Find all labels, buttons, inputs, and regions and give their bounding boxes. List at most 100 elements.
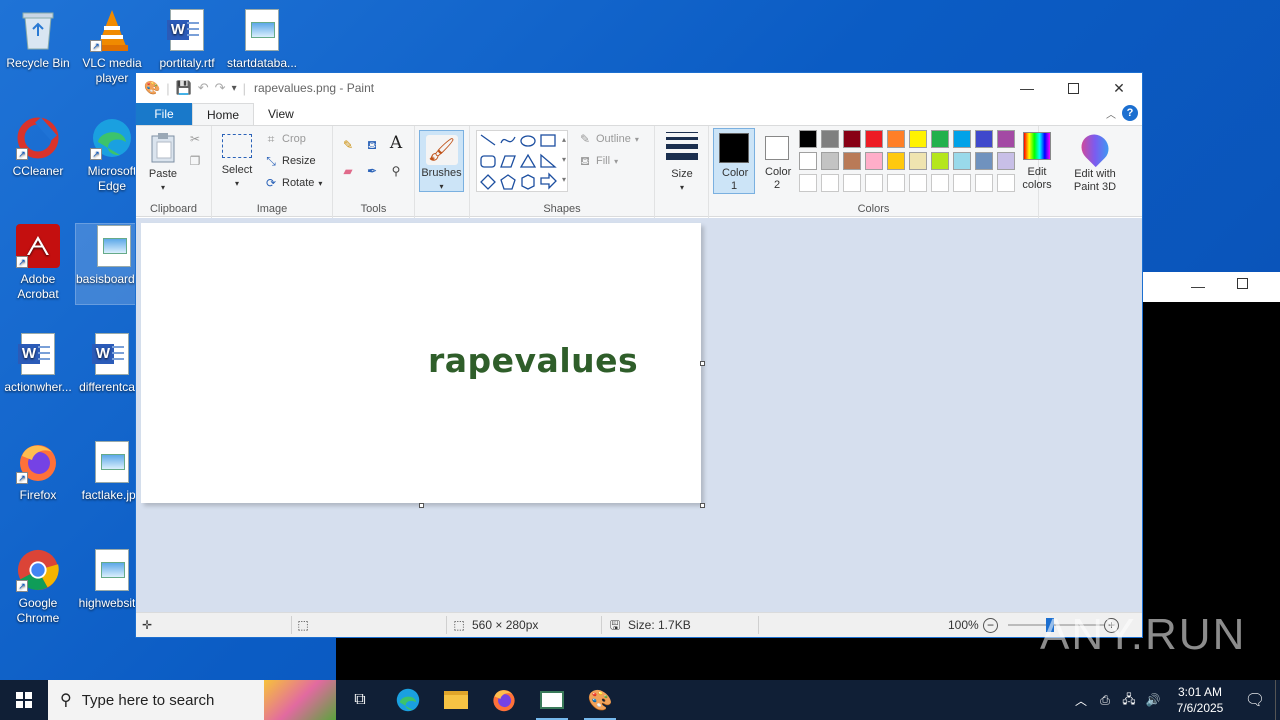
resize-button[interactable]: ⤡ Resize (264, 154, 315, 168)
palette-custom-swatch[interactable] (799, 174, 817, 192)
palette-color-swatch[interactable] (953, 130, 971, 148)
palette-custom-swatch[interactable] (821, 174, 839, 192)
palette-custom-swatch[interactable] (997, 174, 1015, 192)
start-button[interactable] (0, 680, 48, 720)
color-picker-icon[interactable]: ✒ (365, 164, 379, 178)
network-icon[interactable]: 🖧 (1117, 690, 1141, 711)
taskbar-firefox[interactable] (480, 680, 528, 720)
palette-color-swatch[interactable] (799, 152, 817, 170)
copy-icon[interactable]: ❐ (188, 154, 202, 168)
palette-color-swatch[interactable] (909, 130, 927, 148)
text-icon[interactable]: A (389, 135, 403, 152)
palette-color-swatch[interactable] (887, 152, 905, 170)
resize-handle-corner[interactable] (700, 503, 705, 508)
color2-button[interactable]: Color 2 (757, 128, 797, 194)
paste-button[interactable]: Paste ▾ (146, 132, 180, 194)
paint-titlebar[interactable]: 🎨 | 💾 ↶ ↷ ▾ | rapevalues.png - Paint — ✕ (136, 73, 1142, 103)
desktop-icon-portitaly[interactable]: W portitaly.rtf (149, 8, 225, 71)
desktop-icon-startdataba[interactable]: startdataba... (224, 8, 300, 71)
close-button[interactable]: ✕ (1096, 73, 1142, 103)
palette-custom-swatch[interactable] (953, 174, 971, 192)
palette-color-swatch[interactable] (843, 130, 861, 148)
palette-color-swatch[interactable] (865, 152, 883, 170)
rotate-button[interactable]: ⟳ Rotate ▾ (264, 176, 322, 190)
color1-button[interactable]: Color 1 (713, 128, 755, 194)
eraser-icon[interactable]: ▰ (341, 164, 355, 178)
background-window-titlebar[interactable]: — (1143, 272, 1280, 302)
taskbar-image-viewer[interactable] (528, 680, 576, 720)
taskbar-search-box[interactable]: ⚲ Type here to search (48, 680, 336, 720)
canvas-area[interactable]: rapevalues (136, 218, 1142, 613)
palette-color-swatch[interactable] (953, 152, 971, 170)
edit-with-paint3d-button[interactable]: Edit with Paint 3D (1071, 128, 1119, 194)
taskbar-file-explorer[interactable] (432, 680, 480, 720)
crop-button[interactable]: ⌗ Crop (264, 132, 306, 146)
zoom-out-icon[interactable]: − (983, 613, 998, 637)
palette-color-swatch[interactable] (975, 152, 993, 170)
palette-color-swatch[interactable] (799, 130, 817, 148)
desktop-icon-ccleaner[interactable]: ↗ CCleaner (0, 116, 76, 179)
redo-icon[interactable]: ↷ (215, 80, 226, 96)
device-icon[interactable]: ⎙ (1093, 693, 1117, 708)
palette-color-swatch[interactable] (821, 152, 839, 170)
magnifier-icon[interactable]: ⚲ (389, 164, 403, 178)
paint-window[interactable]: 🎨 | 💾 ↶ ↷ ▾ | rapevalues.png - Paint — ✕… (135, 72, 1143, 638)
shapes-scroll[interactable]: ▴ ▾ ▾ (558, 130, 570, 192)
notifications-icon[interactable]: 🗨 (1235, 690, 1275, 710)
desktop-icon-actionwher[interactable]: W actionwher... (0, 332, 76, 395)
drawing-canvas[interactable]: rapevalues (141, 223, 701, 503)
desktop-icon-acrobat[interactable]: ᗅ ↗ Adobe Acrobat (0, 224, 76, 302)
volume-icon[interactable]: 🔊 (1141, 693, 1165, 707)
palette-color-swatch[interactable] (931, 152, 949, 170)
desktop-icon-recycle-bin[interactable]: Recycle Bin (0, 8, 76, 71)
palette-custom-swatch[interactable] (909, 174, 927, 192)
show-desktop-button[interactable] (1275, 680, 1280, 720)
maximize-icon[interactable] (1237, 278, 1248, 289)
fill-button[interactable]: ⛾ Fill ▾ (578, 154, 618, 168)
size-button[interactable]: Size ▾ (662, 130, 702, 194)
palette-color-swatch[interactable] (865, 130, 883, 148)
brushes-button[interactable]: 🖌 Brushes ▾ (419, 130, 464, 192)
palette-custom-swatch[interactable] (865, 174, 883, 192)
desktop-icon-firefox[interactable]: ↗ Firefox (0, 440, 76, 503)
save-icon[interactable]: 💾 (176, 80, 192, 96)
palette-color-swatch[interactable] (997, 152, 1015, 170)
show-hidden-icons-icon[interactable]: ︿ (1069, 692, 1093, 709)
select-button[interactable]: Select ▾ (220, 132, 254, 190)
minimize-icon[interactable]: — (1191, 278, 1205, 294)
palette-custom-swatch[interactable] (931, 174, 949, 192)
palette-color-swatch[interactable] (821, 130, 839, 148)
resize-handle-right[interactable] (700, 361, 705, 366)
palette-custom-swatch[interactable] (843, 174, 861, 192)
pencil-icon[interactable]: ✎ (341, 138, 355, 152)
minimize-button[interactable]: — (1004, 73, 1050, 103)
palette-color-swatch[interactable] (997, 130, 1015, 148)
palette-custom-swatch[interactable] (975, 174, 993, 192)
task-view-button[interactable]: ⧉ (336, 680, 384, 720)
taskbar-edge[interactable] (384, 680, 432, 720)
shapes-gallery[interactable] (476, 130, 568, 192)
taskbar-paint[interactable]: 🎨 (576, 680, 624, 720)
collapse-ribbon-icon[interactable]: ︿ (1106, 106, 1116, 121)
palette-color-swatch[interactable] (843, 152, 861, 170)
desktop-icon-chrome[interactable]: ↗ Google Chrome (0, 548, 76, 626)
edit-colors-button[interactable]: Edit colors (1016, 130, 1058, 192)
help-icon[interactable]: ? (1122, 105, 1138, 121)
customize-qa-icon[interactable]: ▾ (232, 83, 237, 94)
cut-icon[interactable]: ✂ (188, 132, 202, 146)
palette-color-swatch[interactable] (975, 130, 993, 148)
tab-file[interactable]: File (136, 103, 192, 125)
palette-color-swatch[interactable] (887, 130, 905, 148)
background-window[interactable]: — (1143, 272, 1280, 638)
tab-home[interactable]: Home (192, 103, 255, 125)
palette-color-swatch[interactable] (909, 152, 927, 170)
palette-color-swatch[interactable] (931, 130, 949, 148)
fill-bucket-icon[interactable]: ⛾ (365, 138, 379, 152)
tab-view[interactable]: View (254, 103, 308, 125)
outline-button[interactable]: ✎ Outline ▾ (578, 132, 639, 146)
resize-handle-bottom[interactable] (419, 503, 424, 508)
undo-icon[interactable]: ↶ (198, 80, 209, 96)
palette-custom-swatch[interactable] (887, 174, 905, 192)
maximize-button[interactable] (1050, 73, 1096, 103)
clock[interactable]: 3:01 AM 7/6/2025 (1165, 684, 1235, 716)
